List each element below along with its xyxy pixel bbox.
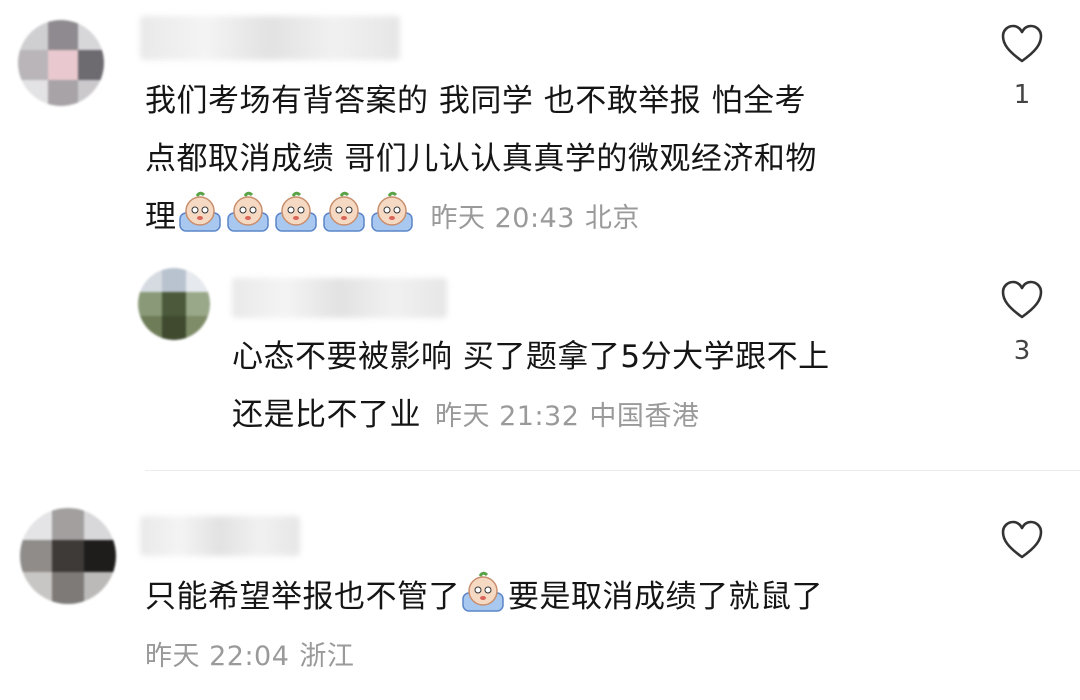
comment-location: 中国香港 — [589, 401, 700, 432]
comment-divider — [145, 470, 1080, 471]
like-button[interactable]: 1 — [998, 24, 1046, 110]
avatar[interactable] — [18, 20, 104, 106]
comment-meta: 昨天 20:43 北京 — [431, 203, 640, 234]
reply-item: 心态不要被影响 买了题拿了5分大学跟不上 还是比不了业 昨天 21:32 中国香港 … — [0, 250, 1080, 465]
comment-line: 昨天 22:04 浙江 — [145, 626, 823, 686]
comment-item: 我们考场有背答案的 我同学 也不敢举报 怕全考 点都取消成绩 哥们儿认认真真学的… — [0, 0, 1080, 250]
crying-emoji-icon — [462, 571, 504, 612]
username[interactable] — [140, 516, 300, 556]
comment-line-text: 还是比不了业 — [232, 397, 421, 433]
crying-emoji-icon — [370, 191, 413, 232]
crying-emoji-icon — [322, 191, 365, 232]
comment-time: 昨天 21:32 — [435, 401, 580, 432]
comment-time: 昨天 22:04 — [145, 641, 290, 672]
comment-text-after: 要是取消成绩了就鼠了 — [508, 579, 823, 615]
comment-text-before: 只能希望举报也不管了 — [145, 579, 460, 615]
avatar[interactable] — [138, 268, 210, 340]
crying-emoji-icon — [274, 191, 317, 232]
like-count: 3 — [1013, 336, 1031, 366]
heart-outline-icon — [1001, 280, 1043, 319]
comment-time: 昨天 20:43 — [430, 203, 575, 234]
crying-emoji-icon — [178, 191, 221, 232]
avatar[interactable] — [20, 508, 116, 604]
like-button[interactable] — [998, 520, 1046, 576]
comment-item: 只能希望举报也不管了 要是取消成绩了就鼠了 昨天 22:04 浙江 — [0, 490, 1080, 700]
heart-outline-icon — [1001, 520, 1043, 559]
comment-line: 心态不要被影响 买了题拿了5分大学跟不上 — [232, 339, 830, 375]
comment-line: 点都取消成绩 哥们儿认认真真学的微观经济和物 — [145, 141, 817, 177]
comment-location: 北京 — [584, 203, 640, 234]
comment-line-text: 理 — [145, 199, 177, 235]
username[interactable] — [140, 16, 400, 60]
comment-text: 只能希望举报也不管了 要是取消成绩了就鼠了 昨天 22:04 浙江 — [145, 568, 823, 686]
comment-meta: 昨天 22:04 浙江 — [145, 641, 354, 672]
comment-line: 还是比不了业 昨天 21:32 中国香港 — [232, 386, 830, 446]
username[interactable] — [232, 278, 447, 318]
emoji-row — [177, 191, 417, 235]
crying-emoji-icon — [226, 191, 269, 232]
heart-outline-icon — [1001, 24, 1043, 63]
comment-meta: 昨天 21:32 中国香港 — [435, 401, 699, 432]
comment-text: 我们考场有背答案的 我同学 也不敢举报 怕全考 点都取消成绩 哥们儿认认真真学的… — [145, 72, 817, 248]
comment-line: 只能希望举报也不管了 要是取消成绩了就鼠了 — [145, 568, 823, 626]
comment-location: 浙江 — [299, 641, 355, 672]
like-count: 1 — [1013, 80, 1031, 110]
comment-text: 心态不要被影响 买了题拿了5分大学跟不上 还是比不了业 昨天 21:32 中国香港 — [232, 328, 830, 446]
comment-line: 理 昨天 20:43 北京 — [145, 188, 817, 248]
like-button[interactable]: 3 — [998, 280, 1046, 366]
comment-line: 我们考场有背答案的 我同学 也不敢举报 怕全考 — [145, 83, 807, 119]
